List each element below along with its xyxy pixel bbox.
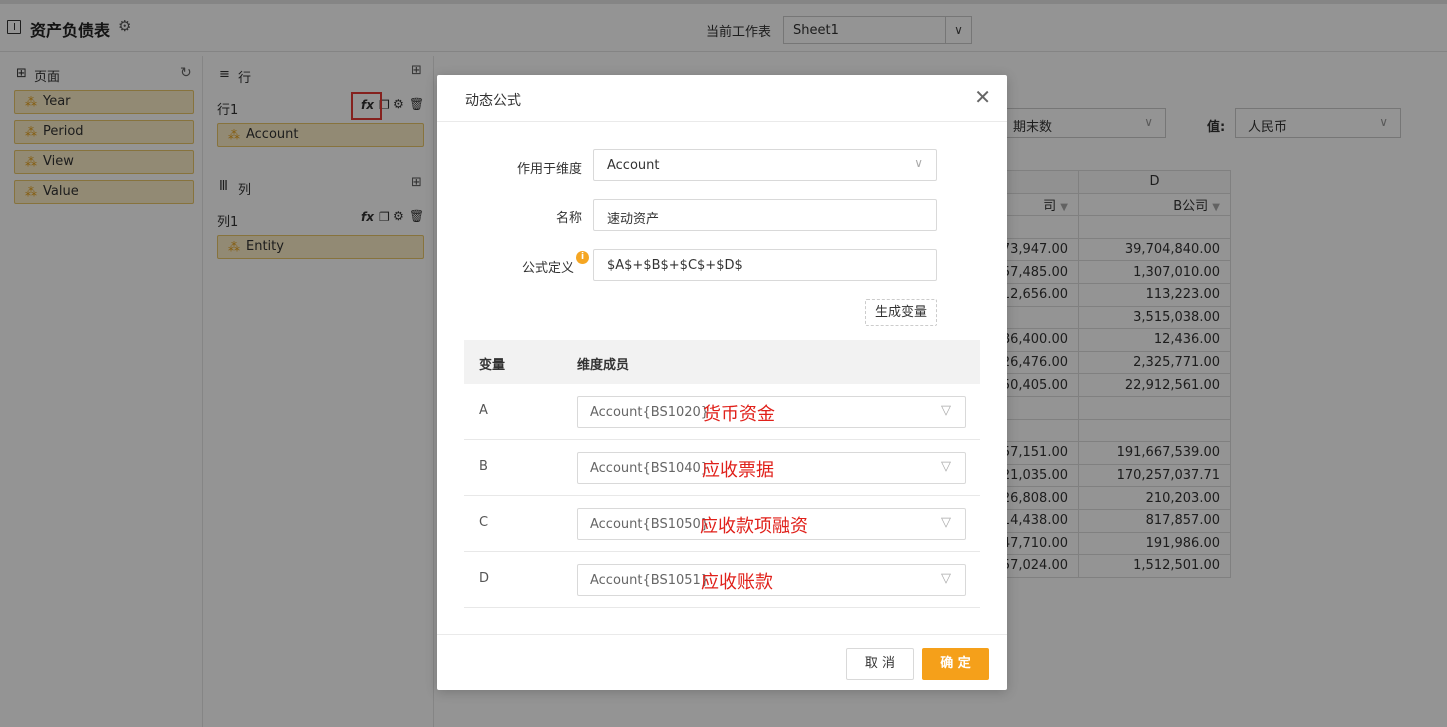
- variable-row: D Account{BS1051} 应收账款 ▽: [464, 552, 980, 608]
- filter-icon[interactable]: ▽: [941, 459, 951, 474]
- dimension-label: 作用于维度: [516, 162, 582, 177]
- member-code: Account{BS1051}: [590, 573, 710, 588]
- info-icon[interactable]: i: [576, 251, 589, 264]
- name-label: 名称: [555, 211, 582, 226]
- variable-name: C: [479, 515, 489, 530]
- confirm-button[interactable]: 确 定: [922, 648, 989, 680]
- member-column-header: 维度成员: [577, 358, 630, 373]
- member-code: Account{BS1050}: [590, 517, 710, 532]
- member-input[interactable]: Account{BS1040} 应收票据 ▽: [577, 452, 966, 484]
- variable-row: A Account{BS1020} 货币资金 ▽: [464, 384, 980, 440]
- close-icon[interactable]: ✕: [974, 87, 991, 107]
- member-input[interactable]: Account{BS1050} 应收款项融资 ▽: [577, 508, 966, 540]
- member-annotation: 应收款项融资: [700, 516, 808, 537]
- variable-row: B Account{BS1040} 应收票据 ▽: [464, 440, 980, 496]
- member-input[interactable]: Account{BS1051} 应收账款 ▽: [577, 564, 966, 596]
- formula-input[interactable]: $A$+$B$+$C$+$D$: [593, 249, 937, 281]
- member-annotation: 应收票据: [702, 460, 774, 481]
- formula-input-value: $A$+$B$+$C$+$D$: [607, 258, 743, 273]
- variable-name: D: [479, 571, 490, 586]
- member-code: Account{BS1020}: [590, 405, 710, 420]
- generate-variables-button[interactable]: 生成变量: [865, 299, 937, 326]
- filter-icon[interactable]: ▽: [941, 515, 951, 530]
- name-input[interactable]: 速动资产: [593, 199, 937, 231]
- dimension-select-value: Account: [607, 158, 660, 173]
- member-input[interactable]: Account{BS1020} 货币资金 ▽: [577, 396, 966, 428]
- filter-icon[interactable]: ▽: [941, 403, 951, 418]
- variable-column-header: 变量: [479, 358, 506, 373]
- dialog-header: 动态公式 ✕: [437, 75, 1007, 122]
- variable-name: A: [479, 403, 488, 418]
- member-annotation: 应收账款: [701, 572, 773, 593]
- variable-name: B: [479, 459, 488, 474]
- chevron-down-icon: ∨: [914, 156, 923, 170]
- dialog-footer: 取 消 确 定: [437, 634, 1007, 690]
- member-annotation: 货币资金: [703, 404, 775, 425]
- cancel-button[interactable]: 取 消: [846, 648, 914, 680]
- filter-icon[interactable]: ▽: [941, 571, 951, 586]
- dialog-title: 动态公式: [465, 93, 521, 109]
- member-code: Account{BS1040}: [590, 461, 710, 476]
- variables-table-header: 变量 维度成员: [464, 340, 980, 384]
- formula-label: 公式定义: [521, 261, 574, 276]
- dynamic-formula-dialog: 动态公式 ✕ 作用于维度 Account ∨ 名称 速动资产 公式定义 i $A…: [437, 75, 1007, 690]
- dimension-select[interactable]: Account ∨: [593, 149, 937, 181]
- name-input-value: 速动资产: [607, 212, 660, 227]
- variable-row: C Account{BS1050} 应收款项融资 ▽: [464, 496, 980, 552]
